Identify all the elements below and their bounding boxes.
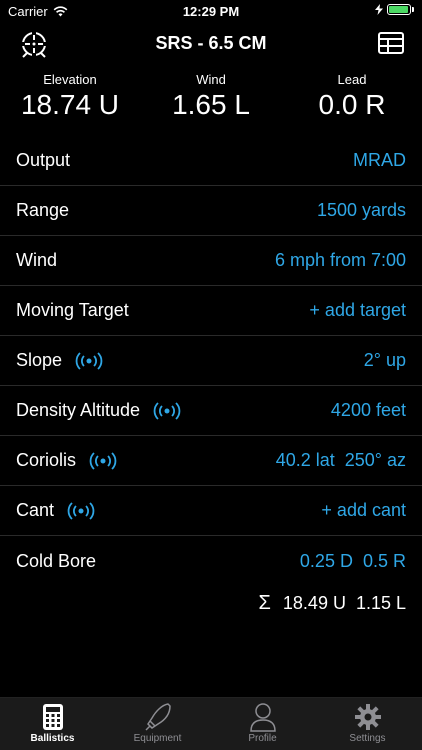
charging-icon: [375, 4, 383, 15]
coriolis-azimuth: 250° az: [344, 450, 406, 470]
tab-profile[interactable]: Profile: [210, 702, 315, 744]
add-cant-link[interactable]: + add cant: [321, 500, 406, 521]
elevation-label: Elevation: [43, 72, 97, 87]
battery-indicator: [375, 4, 414, 15]
wind-row-value[interactable]: 6 mph from 7:00: [275, 250, 406, 271]
table-icon[interactable]: [378, 32, 404, 54]
row-moving-target[interactable]: Moving Target + add target: [0, 286, 422, 336]
sigma-symbol: Σ: [258, 592, 271, 614]
row-coriolis[interactable]: Coriolis 40.2 lat 250° az: [0, 436, 422, 486]
wind-row-label: Wind: [16, 250, 58, 270]
cold-bore-value[interactable]: 0.25 D 0.5 R: [300, 551, 406, 572]
status-time: 12:29 PM: [182, 4, 240, 19]
lead-readout: Lead 0.0 R: [282, 72, 422, 121]
range-value[interactable]: 1500 yards: [317, 200, 406, 221]
sensor-icon[interactable]: [66, 500, 96, 522]
wind-label: Wind: [196, 72, 226, 87]
gear-icon: [354, 704, 381, 730]
calculator-icon: [42, 704, 63, 730]
sensor-icon[interactable]: [152, 400, 182, 422]
row-cant[interactable]: Cant + add cant: [0, 486, 422, 536]
row-slope[interactable]: Slope 2° up: [0, 336, 422, 386]
sensor-icon[interactable]: [74, 350, 104, 372]
tab-bar: Ballistics Equipment Profile Settings: [0, 697, 422, 750]
output-label: Output: [16, 150, 71, 170]
status-bar: Carrier 12:29 PM: [0, 0, 422, 22]
cold-bore-label: Cold Bore: [16, 550, 97, 571]
wind-readout: Wind 1.65 L: [141, 72, 281, 121]
elevation-value: 18.74 U: [20, 89, 120, 120]
person-icon: [249, 703, 276, 732]
tab-ballistics[interactable]: Ballistics: [0, 702, 105, 744]
summary-elevation: 18.49 U: [282, 593, 346, 613]
tab-settings[interactable]: Settings: [315, 702, 420, 744]
coriolis-label: Coriolis: [16, 450, 77, 470]
density-altitude-value[interactable]: 4200 feet: [331, 400, 406, 421]
summary-wind: 1.15 L: [355, 593, 406, 613]
row-cold-bore[interactable]: Cold Bore 0.25 D 0.5 R: [0, 536, 422, 586]
tab-profile-label: Profile: [248, 733, 277, 744]
add-target-link[interactable]: + add target: [309, 300, 406, 321]
settings-list: Output MRAD Range 1500 yards Wind 6 mph …: [0, 136, 422, 586]
battery-icon: [387, 4, 411, 15]
row-density-altitude[interactable]: Density Altitude 4200 feet: [0, 386, 422, 436]
lead-label: Lead: [337, 72, 367, 87]
slope-label: Slope: [16, 350, 63, 370]
ballistic-readouts: Elevation 18.74 U Wind 1.65 L Lead 0.0 R: [0, 72, 422, 132]
moving-target-label: Moving Target: [16, 300, 129, 320]
page-title: SRS - 6.5 CM: [155, 33, 267, 53]
tab-equipment-label: Equipment: [133, 733, 182, 744]
nav-bar: SRS - 6.5 CM: [0, 24, 422, 64]
sensor-icon[interactable]: [88, 450, 118, 472]
row-range[interactable]: Range 1500 yards: [0, 186, 422, 236]
wind-value: 1.65 L: [172, 89, 250, 120]
tab-settings-label: Settings: [349, 733, 386, 744]
elevation-readout: Elevation 18.74 U: [0, 72, 140, 121]
density-altitude-label: Density Altitude: [16, 400, 141, 420]
coriolis-latitude: 40.2 lat: [275, 450, 335, 470]
cold-bore-wind: 0.5 R: [362, 550, 406, 571]
tab-ballistics-label: Ballistics: [30, 733, 75, 744]
cold-bore-elevation: 0.25 D: [299, 550, 353, 571]
coriolis-value[interactable]: 40.2 lat 250° az: [276, 450, 406, 471]
row-output[interactable]: Output MRAD: [0, 136, 422, 186]
cant-label: Cant: [16, 500, 55, 520]
row-wind[interactable]: Wind 6 mph from 7:00: [0, 236, 422, 286]
summary-total: Σ 18.49 U 1.15 L: [259, 592, 406, 615]
bullet-icon: [144, 703, 171, 731]
tab-equipment[interactable]: Equipment: [105, 702, 210, 744]
lead-value: 0.0 R: [318, 89, 386, 120]
slope-value[interactable]: 2° up: [364, 350, 406, 371]
range-label: Range: [16, 200, 70, 220]
output-value[interactable]: MRAD: [353, 150, 406, 171]
